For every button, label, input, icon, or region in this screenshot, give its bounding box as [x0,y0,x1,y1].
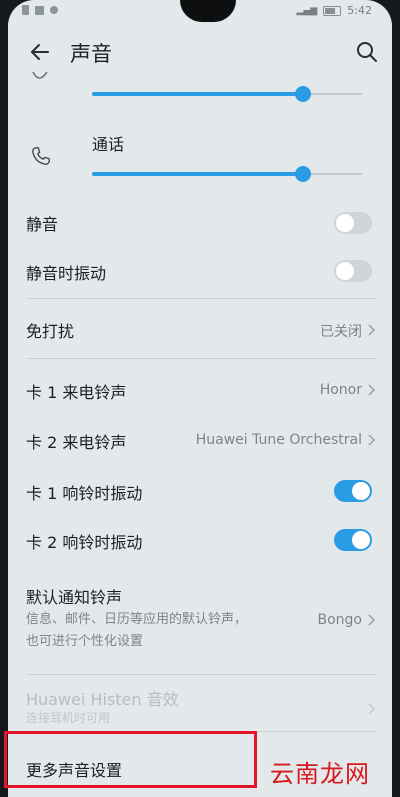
media-volume-slider[interactable] [92,84,362,104]
setting-mute[interactable]: 静音 [8,200,392,246]
app-notification-icon [35,5,44,15]
setting-label: 默认通知铃声 [26,588,123,607]
phone-icon [32,147,50,165]
setting-notification-tone[interactable]: 默认通知铃声 信息、邮件、日历等应用的默认铃声， 也可进行个性化设置 Bongo [8,572,392,672]
usb-icon [50,6,58,14]
call-volume-label: 通话 [92,135,125,154]
setting-label: 静音时振动 [26,264,107,283]
vibrate-silent-toggle[interactable] [334,260,372,282]
setting-label: 卡 1 响铃时振动 [26,484,143,503]
setting-label: 卡 1 来电铃声 [26,383,127,402]
highlight-box [4,731,257,788]
divider [26,298,376,299]
sim1-vibrate-toggle[interactable] [334,480,372,502]
setting-value: Honor [319,382,362,398]
setting-sim1-vibrate[interactable]: 卡 1 响铃时振动 [8,466,392,516]
chevron-right-icon [368,324,376,336]
slider-thumb[interactable] [294,86,311,102]
chevron-right-icon [368,384,376,396]
chevron-right-icon [368,703,376,715]
call-volume-slider[interactable] [92,164,362,184]
chevron-right-icon [368,614,376,626]
setting-sim2-ringtone[interactable]: 卡 2 来电铃声 Huawei Tune Orchestral [8,414,392,466]
setting-label: Huawei Histen 音效 [26,690,179,709]
setting-histen: Huawei Histen 音效 连接耳机时可用 [8,678,392,730]
signal-icon: ▂▄▆ [296,5,318,16]
sim2-vibrate-toggle[interactable] [334,529,372,551]
setting-value: Bongo [317,612,363,628]
toolbar: 声音 [8,30,392,76]
setting-label: 免打扰 [26,322,75,341]
divider [26,674,376,675]
divider [26,358,376,359]
status-icons-right: ▂▄▆ 5:42 [297,4,372,17]
setting-dnd[interactable]: 免打扰 已关闭 [8,302,392,356]
setting-description: 连接耳机时可用 [26,711,111,725]
battery-icon [323,5,342,16]
setting-value: 已关闭 [320,324,362,340]
setting-value: Huawei Tune Orchestral [195,432,362,448]
media-volume-icon [32,71,48,79]
setting-label: 静音 [26,215,59,234]
setting-vibrate-silent[interactable]: 静音时振动 [8,246,392,296]
back-arrow-icon[interactable] [28,40,52,64]
camera-notch [180,0,236,22]
status-icons-left [22,5,58,15]
mute-toggle[interactable] [334,212,372,234]
setting-label: 卡 2 来电铃声 [26,433,127,452]
clock: 5:42 [347,4,372,17]
setting-description: 也可进行个性化设置 [26,634,144,649]
setting-sim1-ringtone[interactable]: 卡 1 来电铃声 Honor [8,362,392,414]
slider-thumb[interactable] [294,166,311,182]
page-title: 声音 [70,42,112,66]
setting-label: 卡 2 响铃时振动 [26,533,143,552]
watermark-text: 云南龙网 [270,760,370,788]
setting-description: 信息、邮件、日历等应用的默认铃声， [26,612,248,627]
chevron-right-icon [368,434,376,446]
setting-sim2-vibrate[interactable]: 卡 2 响铃时振动 [8,516,392,566]
sim-icon [22,5,29,15]
search-icon[interactable] [356,41,378,63]
phone-screen: ▂▄▆ 5:42 声音 通话 静音 静音时振动 免打扰 已关闭 卡 1 来电铃声… [8,0,392,797]
